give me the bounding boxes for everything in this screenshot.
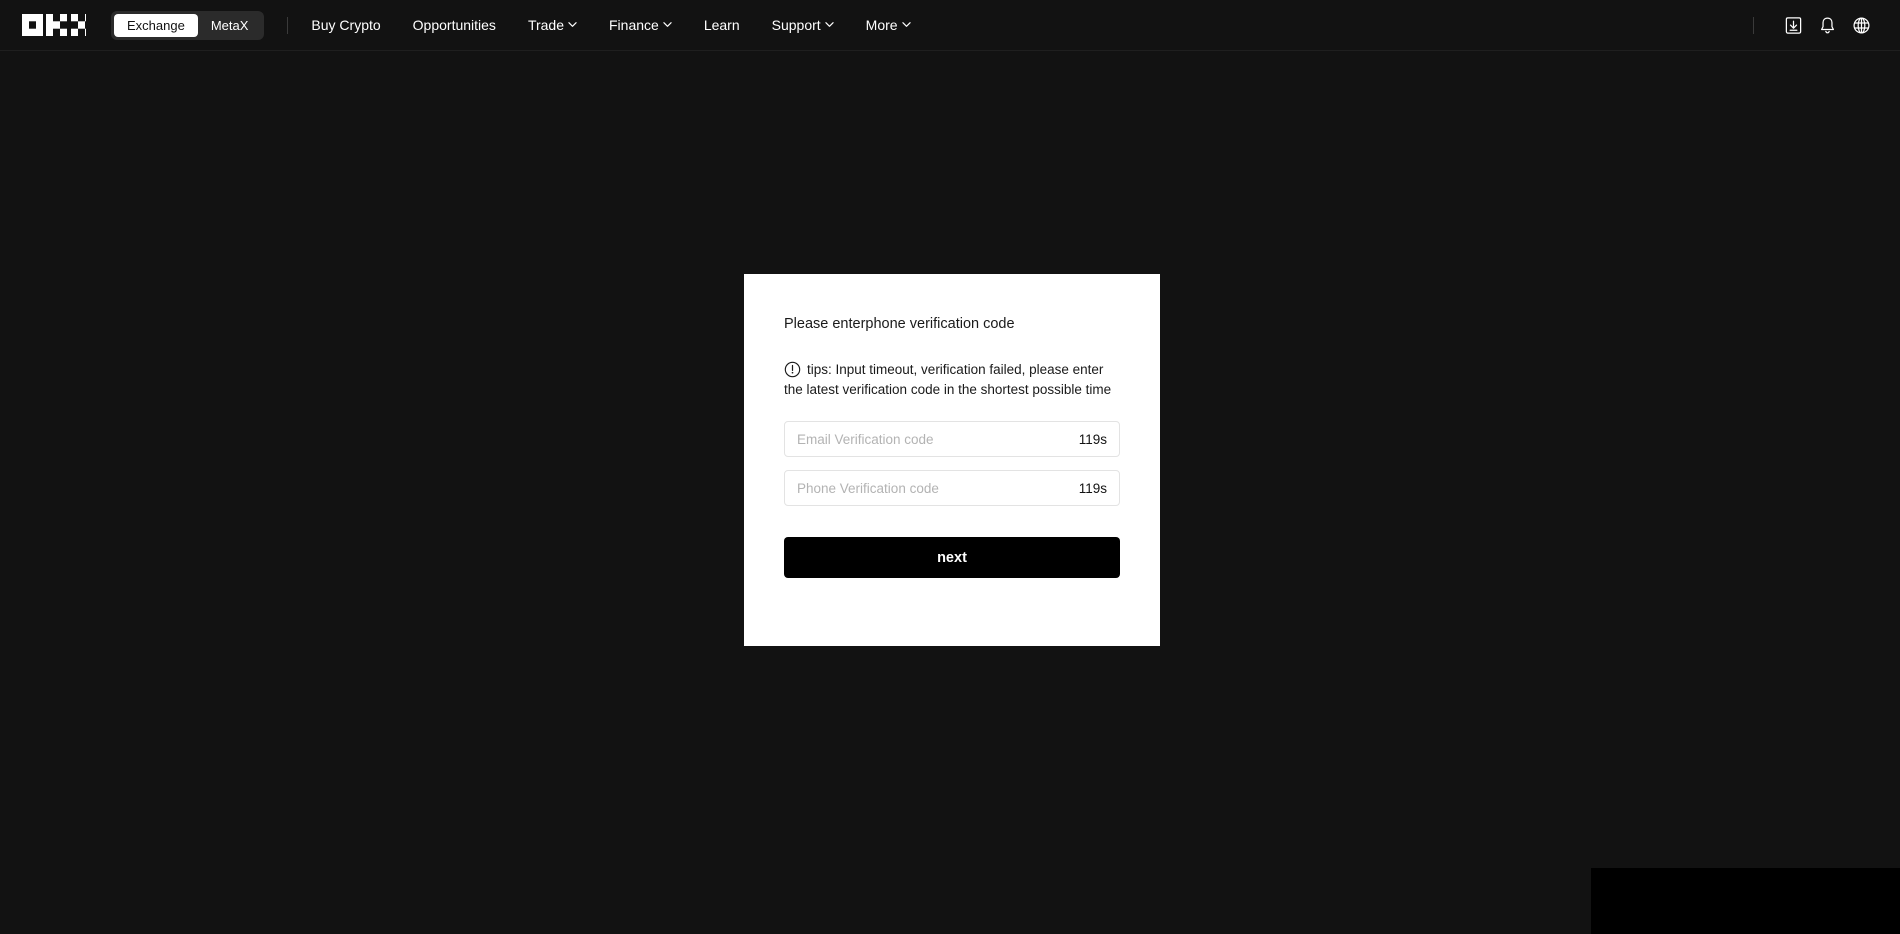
phone-code-timer[interactable]: 119s (1079, 481, 1107, 496)
notifications-button[interactable] (1810, 8, 1844, 42)
switcher-exchange[interactable]: Exchange (114, 13, 198, 37)
tips-message: tips: Input timeout, verification failed… (784, 360, 1120, 399)
nav-trade[interactable]: Trade (512, 17, 593, 33)
email-code-timer[interactable]: 119s (1079, 432, 1107, 447)
page-body: Please enterphone verification code tips… (0, 51, 1900, 934)
nav-buy-crypto[interactable]: Buy Crypto (311, 17, 396, 33)
chevron-down-icon (901, 20, 911, 29)
verification-card-content: Please enterphone verification code tips… (744, 274, 1160, 578)
chevron-down-icon (824, 20, 834, 29)
chevron-down-icon (568, 20, 577, 29)
email-verification-code-input[interactable] (797, 422, 1071, 456)
nav-finance[interactable]: Finance (593, 17, 688, 33)
verification-card: Please enterphone verification code tips… (744, 274, 1160, 646)
okx-logo[interactable] (22, 14, 86, 36)
nav-label: Support (771, 17, 821, 33)
nav-opportunities[interactable]: Opportunities (397, 17, 512, 33)
download-app-button[interactable] (1776, 8, 1810, 42)
chevron-down-icon (663, 20, 672, 29)
bell-icon (1818, 16, 1837, 35)
switcher-metax[interactable]: MetaX (198, 14, 262, 37)
bottom-right-panel[interactable] (1591, 868, 1900, 934)
email-verification-code-field[interactable]: 119s (784, 421, 1120, 457)
top-navigation-bar: Exchange MetaX Buy Crypto Opportunities … (0, 0, 1900, 51)
nav-label: Finance (609, 17, 659, 33)
download-icon (1784, 16, 1803, 35)
language-button[interactable] (1844, 8, 1878, 42)
phone-verification-code-input[interactable] (797, 471, 1071, 505)
okx-logo-mark (22, 14, 86, 36)
header-actions-divider (1753, 16, 1754, 34)
nav-label: More (865, 17, 898, 33)
product-switcher[interactable]: Exchange MetaX (111, 10, 265, 40)
header-divider (287, 16, 289, 34)
nav-label: Trade (527, 17, 564, 33)
card-title: Please enterphone verification code (784, 316, 1015, 332)
nav-support[interactable]: Support (756, 17, 850, 33)
nav-more[interactable]: More (850, 17, 927, 33)
next-button[interactable]: next (784, 537, 1120, 578)
header-actions (1753, 8, 1878, 42)
phone-verification-code-field[interactable]: 119s (784, 470, 1120, 506)
globe-icon (1852, 16, 1871, 35)
nav-label: Opportunities (412, 17, 496, 33)
tips-text: tips: Input timeout, verification failed… (784, 362, 1112, 397)
main-nav: Buy Crypto Opportunities Trade Finance L… (311, 17, 926, 33)
nav-label: Learn (703, 17, 740, 33)
nav-learn[interactable]: Learn (688, 17, 756, 33)
nav-label: Buy Crypto (311, 17, 381, 33)
exclamation-circle-icon (784, 361, 801, 378)
